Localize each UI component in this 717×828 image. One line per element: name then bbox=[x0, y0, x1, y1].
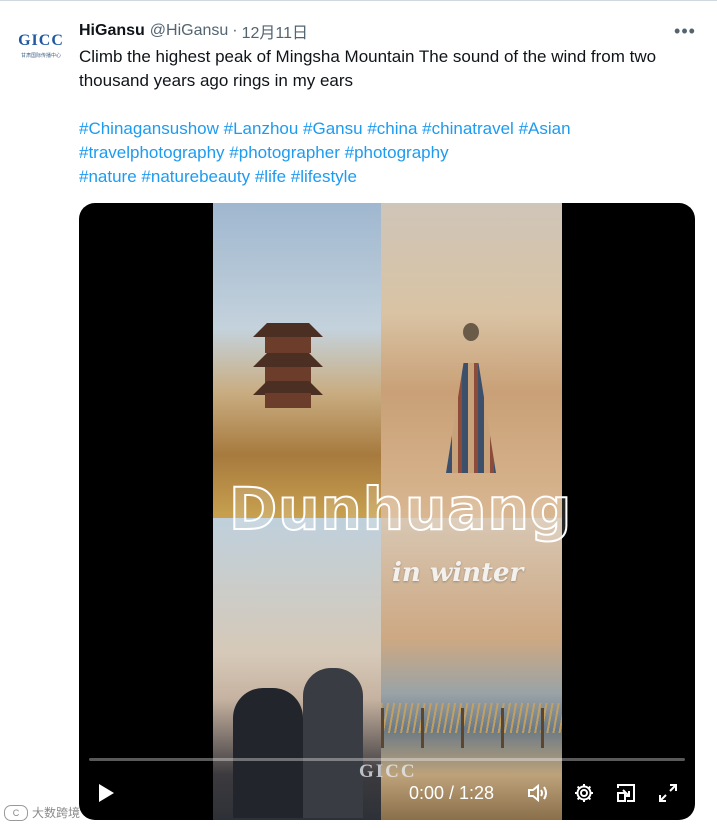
hashtag-link[interactable]: #Chinagansushow bbox=[79, 119, 219, 138]
video-overlay-subtitle: in winter bbox=[392, 558, 524, 588]
fence bbox=[381, 708, 562, 748]
page-watermark-text: 大数跨境 bbox=[32, 806, 81, 820]
pagoda-photo bbox=[213, 203, 381, 518]
tweet-header: HiGansu @HiGansu · 12月11日 bbox=[79, 20, 308, 42]
user-handle[interactable]: @HiGansu bbox=[150, 22, 229, 40]
volume-icon[interactable] bbox=[523, 771, 553, 815]
video-progress-bar[interactable] bbox=[89, 758, 685, 761]
picture-in-picture-icon[interactable] bbox=[611, 771, 641, 815]
hashtag-link[interactable]: #photography bbox=[345, 143, 449, 162]
hashtag-link[interactable]: #lifestyle bbox=[291, 167, 357, 186]
pagoda-icon bbox=[253, 323, 323, 408]
hashtag-link[interactable]: #travelphotography bbox=[79, 143, 225, 162]
top-border bbox=[0, 0, 717, 1]
hashtag-link[interactable]: #life bbox=[255, 167, 286, 186]
separator-dot: · bbox=[232, 22, 238, 39]
tweet-text: Climb the highest peak of Mingsha Mounta… bbox=[79, 47, 657, 90]
hashtag-link[interactable]: #nature bbox=[79, 167, 137, 186]
more-options-icon[interactable]: ••• bbox=[670, 18, 700, 44]
avatar-logo-text: GICC bbox=[18, 31, 64, 49]
hashtag-link[interactable]: #china bbox=[367, 119, 417, 138]
hashtag-link[interactable]: #Gansu bbox=[303, 119, 363, 138]
tweet-date[interactable]: 12月11日 bbox=[242, 19, 308, 43]
watermark-logo-icon: C bbox=[4, 804, 28, 821]
dancer-figure bbox=[441, 323, 501, 473]
hashtag-link[interactable]: #Lanzhou bbox=[224, 119, 299, 138]
video-overlay-title: Dunhuang bbox=[228, 474, 573, 544]
hashtag-link[interactable]: #Asian bbox=[519, 119, 571, 138]
avatar-logo-subtitle: 甘肃国际传播中心 bbox=[20, 52, 61, 59]
video-player[interactable]: Dunhuang in winter GICC 0:00 / 1:28 bbox=[79, 203, 695, 820]
settings-gear-icon[interactable] bbox=[569, 771, 599, 815]
video-controls: 0:00 / 1:28 bbox=[79, 771, 695, 815]
fullscreen-icon[interactable] bbox=[653, 771, 683, 815]
avatar[interactable]: GICC 甘肃国际传播中心 bbox=[12, 22, 70, 68]
hashtag-link[interactable]: #chinatravel bbox=[422, 119, 514, 138]
hashtag-link[interactable]: #naturebeauty bbox=[141, 167, 250, 186]
dancer-photo bbox=[381, 203, 562, 518]
page-watermark: C 大数跨境 bbox=[4, 804, 80, 821]
hashtag-link[interactable]: #photographer bbox=[229, 143, 340, 162]
hashtag-block: #Chinagansushow #Lanzhou #Gansu #china #… bbox=[79, 117, 699, 189]
display-name[interactable]: HiGansu bbox=[79, 22, 145, 40]
video-time: 0:00 / 1:28 bbox=[409, 782, 495, 803]
play-icon[interactable] bbox=[89, 771, 123, 815]
